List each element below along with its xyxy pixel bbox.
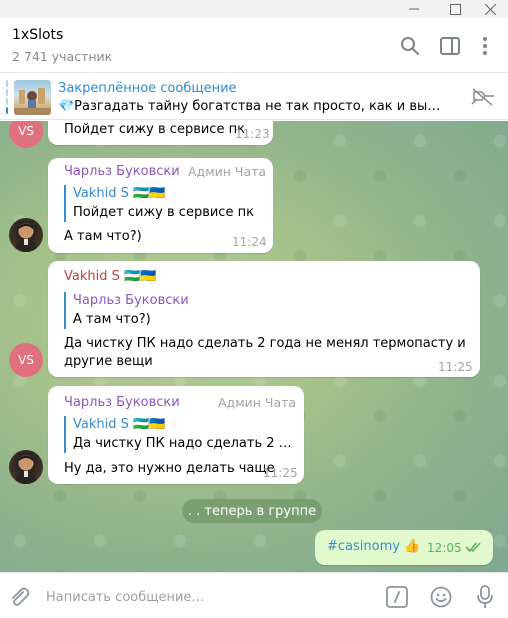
double-check-icon (465, 540, 481, 554)
reply-author: Чарльз Буковски (73, 293, 189, 308)
reply-text: Пойдет сижу в сервисе пк (73, 205, 254, 220)
member-count: 2 741 участник (12, 49, 113, 64)
chat-header[interactable]: 1xSlots 2 741 участник (0, 18, 508, 73)
admin-role-label: Админ Чата (218, 395, 297, 410)
sender-name[interactable]: Vakhid S 🇺🇿🇺🇦 (64, 269, 156, 284)
message-text: Да чистку ПК надо сделать 2 года не меня… (64, 336, 466, 369)
chat-title[interactable]: 1xSlots (12, 27, 63, 43)
message-time: 12:05 (427, 541, 462, 555)
emoji-icon[interactable] (428, 584, 454, 610)
commands-icon[interactable] (384, 584, 410, 610)
reply-text: Да чистку ПК надо сделать 2 года... (73, 436, 292, 451)
message-input[interactable] (46, 587, 366, 607)
pinned-text: 💎Разгадать тайну богатства не так просто… (58, 99, 448, 114)
minimize-icon[interactable] (400, 0, 428, 18)
message-bubble[interactable]: Пойдет сижу в сервисе пк 11:23 (48, 121, 273, 145)
service-message: . . теперь в группе (182, 499, 322, 523)
reply-quote[interactable]: Vakhid S 🇺🇿🇺🇦 Пойдет сижу в сервисе пк (64, 185, 259, 222)
avatar[interactable]: VS (9, 343, 43, 377)
reply-quote[interactable]: Чарльз Буковски А там что?) (64, 292, 284, 329)
message-time: 11:23 (235, 127, 270, 141)
sender-name[interactable]: Чарльз Буковски (64, 164, 180, 179)
chat-area[interactable]: VS Пойдет сижу в сервисе пк 11:23 Чарльз… (0, 121, 508, 572)
message-bubble[interactable]: Vakhid S 🇺🇿🇺🇦 Чарльз Буковски А там что?… (48, 261, 480, 377)
avatar[interactable] (9, 450, 43, 484)
microphone-icon[interactable] (472, 584, 498, 610)
message-bubble[interactable]: Чарльз Буковски Админ Чата Vakhid S 🇺🇿🇺🇦… (48, 386, 304, 484)
pinned-title: Закреплённое сообщение (58, 81, 237, 96)
search-icon[interactable] (398, 34, 422, 58)
close-icon[interactable] (476, 0, 504, 18)
reply-quote[interactable]: Vakhid S 🇺🇿🇺🇦 Да чистку ПК надо сделать … (64, 416, 292, 453)
unpin-icon[interactable] (470, 86, 496, 108)
message-text: Ну да, это нужно делать чаще (64, 461, 275, 476)
message-text: А там что?) (64, 229, 142, 244)
pinned-indicator (6, 80, 8, 114)
own-message-bubble[interactable]: #casinomy 👍 12:05 (315, 530, 493, 565)
message-text: Пойдет сижу в сервисе пк (64, 122, 245, 137)
pinned-thumbnail (14, 80, 51, 115)
more-vertical-icon[interactable] (473, 34, 497, 58)
message-time: 11:24 (232, 235, 267, 249)
message-bubble[interactable]: Чарльз Буковски Админ Чата Vakhid S 🇺🇿🇺🇦… (48, 158, 273, 253)
admin-role-label: Админ Чата (188, 164, 267, 179)
reply-author: Vakhid S 🇺🇿🇺🇦 (73, 186, 166, 201)
sender-name[interactable]: Чарльз Буковски (64, 395, 180, 410)
message-time: 11:25 (438, 360, 473, 374)
pinned-message-bar[interactable]: Закреплённое сообщение 💎Разгадать тайну … (0, 74, 508, 120)
sidebar-toggle-icon[interactable] (438, 34, 462, 58)
window-titlebar (0, 0, 508, 18)
hashtag-link[interactable]: #casinomy 👍 (327, 539, 420, 554)
message-composer (0, 572, 508, 618)
avatar[interactable]: VS (9, 121, 43, 148)
message-time: 11:25 (263, 466, 298, 480)
attach-icon[interactable] (6, 584, 32, 610)
reply-text: А там что?) (73, 312, 151, 327)
avatar[interactable] (9, 218, 43, 252)
reply-author: Vakhid S 🇺🇿🇺🇦 (73, 417, 166, 432)
maximize-icon[interactable] (441, 0, 469, 18)
